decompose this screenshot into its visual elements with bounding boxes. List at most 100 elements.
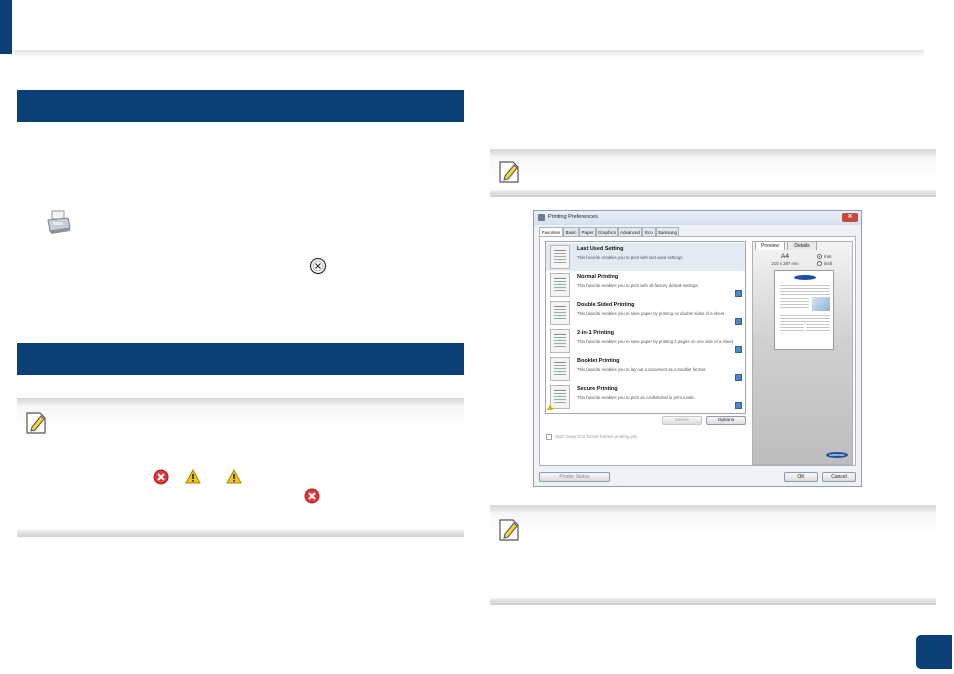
favorite-item[interactable]: Secure Printing This favorite enables yo… (546, 383, 745, 411)
favorite-item[interactable]: Double Sided Printing This favorite enab… (546, 299, 745, 327)
warning-small-icon (547, 404, 553, 410)
tab-graphics[interactable]: Graphics (596, 227, 618, 236)
favorite-title: Double Sided Printing (577, 302, 635, 308)
preview-text-line (780, 315, 830, 316)
ok-button[interactable]: OK (784, 472, 818, 482)
error-icon (304, 488, 320, 504)
favorite-title: Last Used Setting (577, 246, 624, 252)
note-box (490, 505, 936, 605)
favorite-thumbnail (550, 329, 570, 353)
section-heading-bar (17, 343, 464, 375)
page-number-tab (916, 635, 952, 669)
preview-panel: Preview Details A4 210 x 297 mm mm inch (752, 241, 853, 465)
brand-logo-icon (794, 275, 816, 280)
printing-preferences-dialog: Printing Preferences ✕ Favorites Basic P… (533, 210, 862, 487)
note-top-rule (17, 398, 464, 405)
unit-inch-label: inch (824, 261, 833, 266)
paper-dimensions-label: 210 x 297 mm (771, 261, 799, 266)
dialog-close-button[interactable]: ✕ (842, 213, 858, 222)
note-pencil-icon (499, 519, 519, 541)
preview-text-line (780, 327, 804, 328)
favorite-description: This favorite enables you to print with … (577, 283, 699, 288)
dialog-body: Last Used Setting This favorite enables … (539, 236, 856, 466)
page-preview (774, 270, 834, 350)
favorite-title: Secure Printing (577, 386, 618, 392)
note-box (17, 398, 464, 537)
preview-text-line (780, 330, 804, 331)
edit-favorite-icon[interactable] (735, 374, 742, 381)
tab-eco[interactable]: Eco (642, 227, 656, 236)
eco-driver-checkbox-label: Start Easy Eco Driver before printing jo… (555, 434, 637, 439)
paper-size-label: A4 (781, 253, 789, 260)
favorite-item[interactable]: Last Used Setting This favorite enables … (546, 243, 745, 271)
error-icon (153, 469, 169, 485)
favorite-description: This favorite enables you to lay out a d… (577, 367, 706, 372)
preview-text-line (806, 327, 830, 328)
preview-text-line (806, 324, 830, 325)
dialog-title: Printing Preferences (548, 214, 598, 220)
tab-basic[interactable]: Basic (563, 227, 579, 236)
favorite-item[interactable]: Booklet Printing This favorite enables y… (546, 355, 745, 383)
note-bottom-rule (490, 598, 936, 605)
note-top-rule (490, 149, 936, 156)
unit-mm-label: mm (824, 254, 832, 259)
edit-favorite-icon[interactable] (735, 402, 742, 409)
section-heading-bar (17, 90, 464, 122)
note-bottom-rule (490, 190, 936, 197)
delete-button[interactable]: Delete (662, 416, 702, 425)
samsung-logo: SAMSUNG (826, 452, 848, 458)
favorite-title: Booklet Printing (577, 358, 620, 364)
favorite-title: 2-in-1 Printing (577, 330, 614, 336)
manual-page: Printing Preferences ✕ Favorites Basic P… (0, 0, 954, 674)
preview-text-line (780, 324, 804, 325)
favorite-thumbnail (550, 357, 570, 381)
options-button[interactable]: Options (706, 416, 746, 425)
preview-text-line (806, 330, 830, 331)
tab-samsung[interactable]: Samsung (656, 227, 679, 236)
edit-favorite-icon[interactable] (735, 290, 742, 297)
printer-status-button[interactable]: Printer Status (539, 472, 610, 482)
cancel-button[interactable]: Cancel (822, 472, 856, 482)
favorite-description: This favorite enables you to print with … (577, 255, 684, 260)
edit-favorite-icon[interactable] (735, 318, 742, 325)
tab-preview[interactable]: Preview (755, 241, 785, 250)
dialog-titlebar: Printing Preferences ✕ (534, 211, 861, 225)
printer-small-icon (538, 214, 545, 221)
warning-icon (226, 469, 242, 484)
header-accent-bar (0, 0, 12, 54)
favorite-description: This favorite enables you to print as co… (577, 395, 695, 400)
header-rule (14, 50, 924, 58)
eco-driver-checkbox[interactable] (546, 434, 552, 440)
preview-image (812, 297, 830, 311)
favorite-thumbnail (550, 301, 570, 325)
note-pencil-icon (26, 412, 46, 434)
printer-icon (47, 210, 71, 234)
preview-text-line (780, 321, 830, 322)
preview-text-line (780, 304, 809, 305)
preview-text-line (780, 301, 809, 302)
favorite-item[interactable]: 2-in-1 Printing This favorite enables yo… (546, 327, 745, 355)
favorites-list: Last Used Setting This favorite enables … (545, 241, 746, 414)
warning-icon (185, 469, 201, 484)
unit-mm-radio[interactable] (817, 254, 822, 259)
note-box (490, 149, 936, 197)
preview-text-line (780, 285, 830, 286)
tab-advanced[interactable]: Advanced (618, 227, 642, 236)
favorite-description: This favorite enables you to save paper … (577, 311, 726, 316)
tab-paper[interactable]: Paper (579, 227, 596, 236)
preview-text-line (780, 291, 830, 292)
preview-text-line (780, 307, 809, 308)
preview-text-line (780, 288, 830, 289)
note-top-rule (490, 505, 936, 512)
cancel-circle-icon (309, 257, 327, 275)
edit-favorite-icon[interactable] (735, 346, 742, 353)
tab-details[interactable]: Details (787, 241, 817, 250)
unit-inch-radio[interactable] (817, 261, 822, 266)
favorite-thumbnail (550, 245, 570, 269)
favorite-thumbnail (550, 385, 570, 409)
preview-text-line (780, 298, 809, 299)
favorite-thumbnail (550, 273, 570, 297)
note-bottom-rule (17, 530, 464, 537)
favorite-item[interactable]: Normal Printing This favorite enables yo… (546, 271, 745, 299)
preview-text-line (780, 294, 830, 295)
